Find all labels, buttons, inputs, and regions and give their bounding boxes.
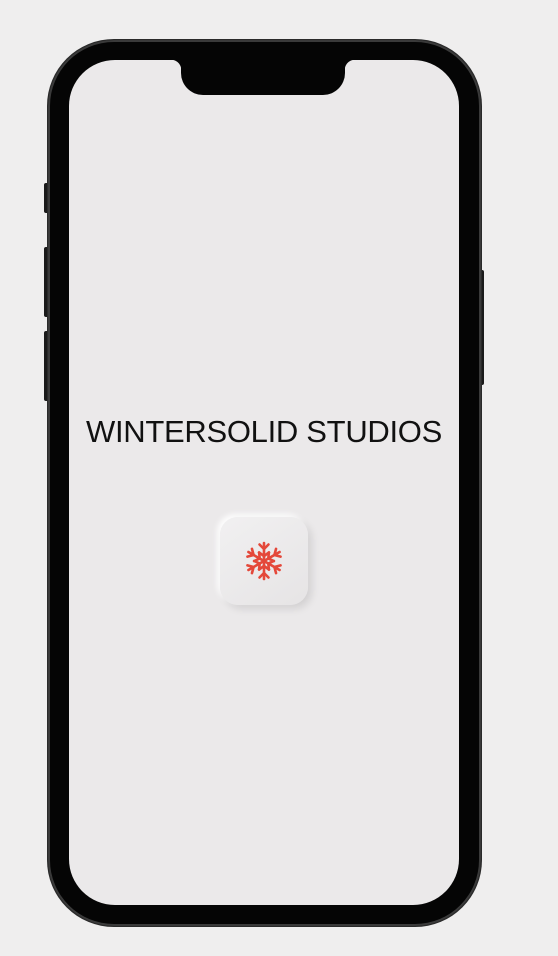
notch xyxy=(171,60,355,95)
snowflake-icon xyxy=(246,541,282,581)
logo-button[interactable] xyxy=(220,517,308,605)
page: WINTERSOLID STUDIOS xyxy=(0,0,558,956)
phone-frame: WINTERSOLID STUDIOS xyxy=(48,40,481,926)
phone-screen: WINTERSOLID STUDIOS xyxy=(69,60,459,905)
studio-title: WINTERSOLID STUDIOS xyxy=(86,414,442,449)
